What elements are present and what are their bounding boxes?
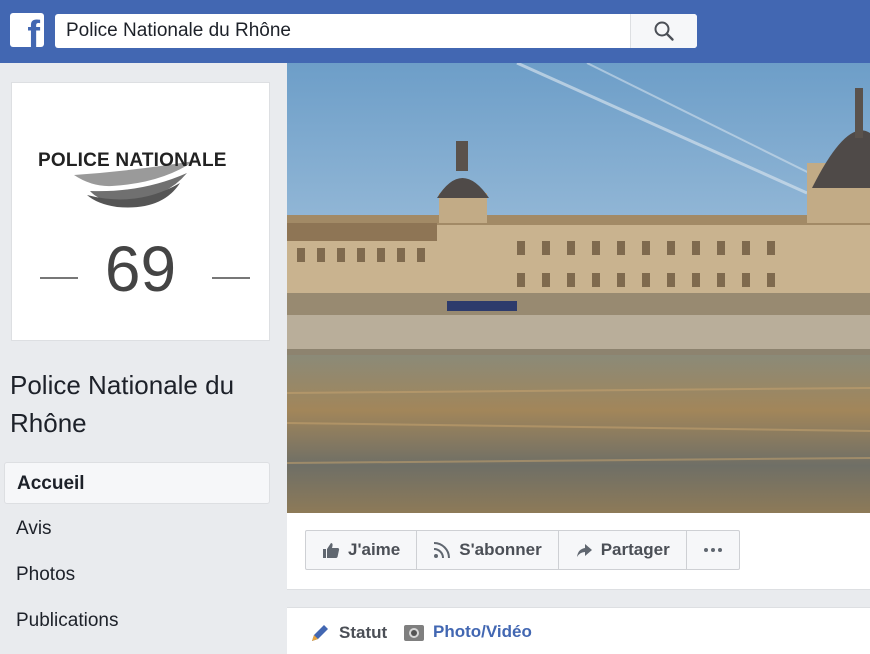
thumbs-up-icon (323, 543, 340, 558)
profile-picture[interactable]: POLICE NATIONALE 69 (11, 82, 270, 341)
page-actions-panel: J'aime S'abonner Partager (287, 513, 870, 590)
police-nationale-logo-text: POLICE NATIONALE (38, 150, 227, 171)
top-navigation-bar: f Police Nationale du Rhône (0, 0, 870, 63)
like-label: J'aime (348, 540, 401, 559)
rss-icon (434, 542, 451, 559)
more-options-button[interactable] (685, 530, 740, 570)
facebook-logo-icon[interactable]: f (10, 13, 44, 47)
right-dash (212, 277, 250, 279)
camera-icon (404, 625, 424, 641)
follow-button[interactable]: S'abonner (416, 530, 559, 570)
share-label: Partager (600, 540, 670, 559)
sidebar-item-accueil[interactable]: Accueil (4, 462, 270, 504)
photo-video-tab[interactable]: Photo/Vidéo (403, 622, 532, 642)
status-tab[interactable]: Statut (309, 622, 387, 644)
sidebar-item-publications[interactable]: Publications (4, 600, 270, 642)
more-dots-icon (703, 548, 722, 552)
cover-photo-image (287, 63, 870, 513)
cover-photo[interactable] (287, 63, 870, 513)
sidebar-item-avis[interactable]: Avis (4, 508, 270, 550)
photo-video-label: Photo/Vidéo (433, 622, 532, 641)
follow-label: S'abonner (459, 540, 542, 559)
share-button[interactable]: Partager (557, 530, 687, 570)
logo-letter: f (27, 14, 40, 47)
search-input[interactable]: Police Nationale du Rhône (66, 14, 291, 48)
search-bar[interactable]: Police Nationale du Rhône (55, 14, 697, 48)
search-icon (654, 21, 674, 41)
sidebar-item-photos[interactable]: Photos (4, 554, 270, 596)
share-arrow-icon (576, 544, 592, 557)
action-button-group: J'aime S'abonner Partager (305, 530, 740, 570)
like-button[interactable]: J'aime (305, 530, 418, 570)
page-title[interactable]: Police Nationale du Rhône (10, 366, 275, 442)
pencil-icon (312, 625, 328, 641)
status-label: Statut (339, 623, 388, 642)
post-composer: Statut Photo/Vidéo (287, 607, 870, 654)
department-number: 69 (104, 233, 177, 305)
search-button[interactable] (630, 14, 697, 48)
